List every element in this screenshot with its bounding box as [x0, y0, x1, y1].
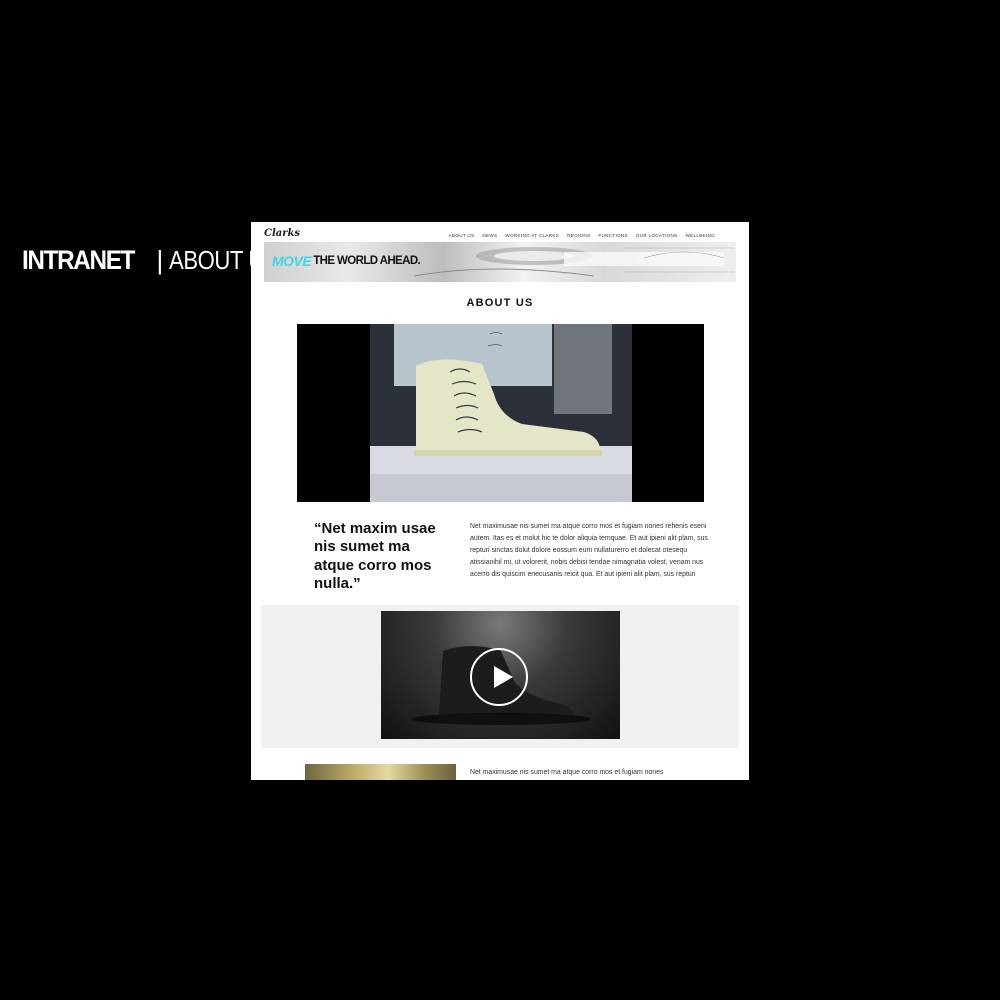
banner-slogan: MOVE THE WORLD AHEAD.	[272, 253, 421, 269]
bottom-paragraph: Net maximusae nis sumet ma atque corro m…	[470, 769, 664, 776]
menu-item-news[interactable]: NEWS	[482, 233, 497, 238]
intranet-page-screenshot: Clarks ABOUT US NEWS WORKING AT CLARKS R…	[251, 222, 749, 780]
page-title: ABOUT US	[466, 297, 534, 309]
boot-photo	[370, 324, 632, 502]
hero-image	[297, 324, 704, 502]
hero-banner: MOVE THE WORLD AHEAD.	[264, 242, 736, 282]
main-menu: ABOUT US NEWS WORKING AT CLARKS REGIONS …	[449, 233, 715, 238]
menu-item-about-us[interactable]: ABOUT US	[449, 233, 475, 238]
heading-separator: |	[156, 244, 164, 275]
video-player[interactable]	[381, 611, 620, 739]
play-icon[interactable]	[470, 648, 528, 706]
heading-strong: INTRANET	[22, 244, 135, 275]
banner-world-ahead-text: THE WORLD AHEAD.	[313, 255, 421, 267]
video-section	[261, 605, 739, 748]
site-nav: Clarks ABOUT US NEWS WORKING AT CLARKS R…	[251, 222, 749, 242]
menu-item-wellbeing[interactable]: WELLBEING	[685, 233, 715, 238]
menu-item-functions[interactable]: FUNCTIONS	[598, 233, 628, 238]
pull-quote: “Net maxim usae nis sumet ma atque corro…	[314, 520, 436, 592]
menu-item-regions[interactable]: REGIONS	[567, 233, 590, 238]
menu-item-our-locations[interactable]: OUR LOCATIONS	[636, 233, 678, 238]
banner-move-text: MOVE	[272, 253, 312, 269]
intro-paragraph: Net maximusae nis sumet ma atque corro m…	[470, 523, 708, 579]
menu-item-working-at-clarks[interactable]: WORKING AT CLARKS	[505, 233, 559, 238]
store-thumbnail	[305, 764, 456, 780]
clarks-logo[interactable]: Clarks	[264, 228, 300, 239]
